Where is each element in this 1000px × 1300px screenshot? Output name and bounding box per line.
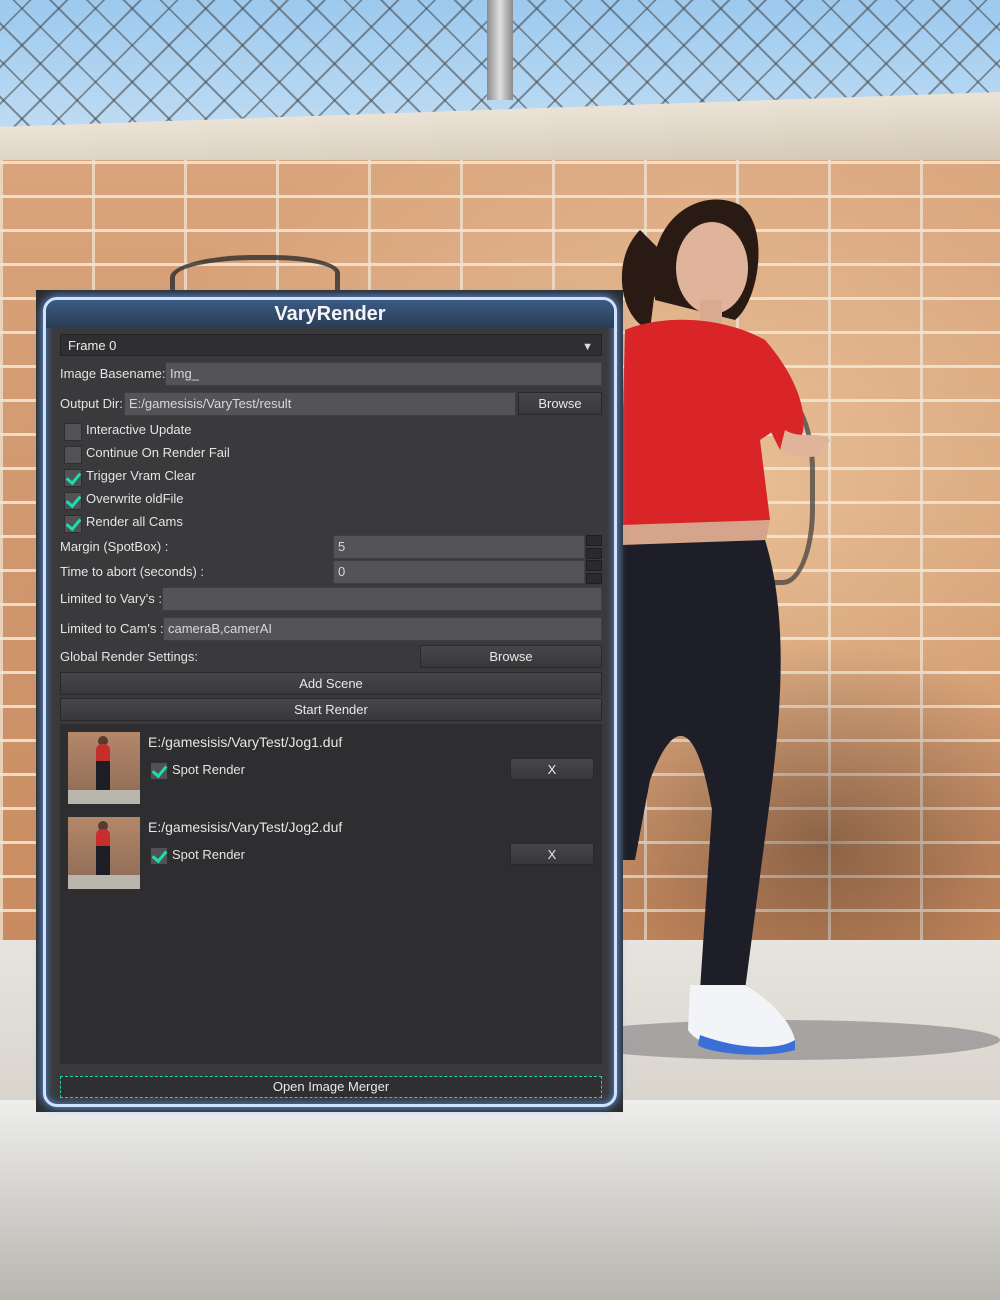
- start-render-button[interactable]: Start Render: [60, 698, 602, 721]
- margin-input[interactable]: 5: [333, 535, 585, 559]
- interactive-update-checkbox[interactable]: [64, 423, 82, 441]
- scene-thumbnail: [68, 817, 140, 889]
- image-basename-label: Image Basename:: [60, 366, 166, 381]
- overwrite-oldfile-label: Overwrite oldFile: [86, 491, 184, 506]
- output-dir-label: Output Dir:: [60, 396, 123, 411]
- image-basename-row: Image Basename: Img_: [60, 362, 602, 386]
- scene-path: E:/gamesisis/VaryTest/Jog2.duf: [148, 819, 343, 835]
- limited-cams-label: Limited to Cam's :: [60, 621, 164, 636]
- dialog-title: VaryRender: [46, 300, 614, 328]
- image-basename-input[interactable]: Img_: [165, 362, 602, 386]
- limited-cams-input[interactable]: cameraB,camerAI: [163, 617, 602, 641]
- output-dir-browse-button[interactable]: Browse: [518, 392, 602, 415]
- render-all-cams-label: Render all Cams: [86, 514, 183, 529]
- scene-thumbnail: [68, 732, 140, 804]
- frame-select-value: Frame 0: [68, 338, 117, 353]
- remove-scene-button[interactable]: X: [510, 758, 594, 780]
- limited-varys-input[interactable]: [162, 587, 602, 611]
- spot-render-checkbox[interactable]: [150, 847, 168, 865]
- abort-time-label: Time to abort (seconds) :: [60, 564, 205, 579]
- overwrite-oldfile-checkbox[interactable]: [64, 492, 82, 510]
- spot-render-label: Spot Render: [172, 762, 245, 777]
- option-render-all-cams[interactable]: Render all Cams: [60, 512, 360, 536]
- global-render-browse-button[interactable]: Browse: [420, 645, 602, 668]
- margin-row: Margin (SpotBox) : 5: [60, 535, 602, 559]
- trigger-vram-clear-label: Trigger Vram Clear: [86, 468, 196, 483]
- global-render-row: Global Render Settings: Browse: [60, 645, 602, 669]
- continue-on-render-fail-checkbox[interactable]: [64, 446, 82, 464]
- remove-scene-button[interactable]: X: [510, 843, 594, 865]
- add-scene-button[interactable]: Add Scene: [60, 672, 602, 695]
- margin-label: Margin (SpotBox) :: [60, 539, 169, 554]
- trigger-vram-clear-checkbox[interactable]: [64, 469, 82, 487]
- scene-list: E:/gamesisis/VaryTest/Jog1.duf Spot Rend…: [60, 724, 602, 1064]
- margin-spinner[interactable]: [586, 535, 602, 559]
- interactive-update-label: Interactive Update: [86, 422, 192, 437]
- list-item: E:/gamesisis/VaryTest/Jog2.duf Spot Rend…: [68, 817, 598, 897]
- scene-path: E:/gamesisis/VaryTest/Jog1.duf: [148, 734, 343, 750]
- spot-render-checkbox[interactable]: [150, 762, 168, 780]
- output-dir-row: Output Dir: E:/gamesisis/VaryTest/result…: [60, 392, 602, 416]
- continue-on-render-fail-label: Continue On Render Fail: [86, 445, 230, 460]
- spot-render-label: Spot Render: [172, 847, 245, 862]
- chevron-down-icon[interactable]: ▼: [582, 336, 593, 358]
- frame-select[interactable]: Frame 0 ▼: [60, 334, 602, 356]
- abort-time-input[interactable]: 0: [333, 560, 585, 584]
- abort-time-row: Time to abort (seconds) : 0: [60, 560, 602, 584]
- open-image-merger-button[interactable]: Open Image Merger: [60, 1076, 602, 1098]
- dialog-content: Frame 0 ▼ Image Basename: Img_ Output Di…: [58, 334, 604, 1102]
- global-render-label: Global Render Settings:: [60, 649, 199, 664]
- abort-time-spinner[interactable]: [586, 560, 602, 584]
- limited-varys-row: Limited to Vary's :: [60, 587, 602, 611]
- limited-cams-row: Limited to Cam's : cameraB,camerAI: [60, 617, 602, 641]
- limited-varys-label: Limited to Vary's :: [60, 591, 162, 606]
- list-item: E:/gamesisis/VaryTest/Jog1.duf Spot Rend…: [68, 732, 598, 812]
- varyrender-dialog: VaryRender Frame 0 ▼ Image Basename: Img…: [43, 297, 617, 1107]
- output-dir-input[interactable]: E:/gamesisis/VaryTest/result: [124, 392, 516, 416]
- render-all-cams-checkbox[interactable]: [64, 515, 82, 533]
